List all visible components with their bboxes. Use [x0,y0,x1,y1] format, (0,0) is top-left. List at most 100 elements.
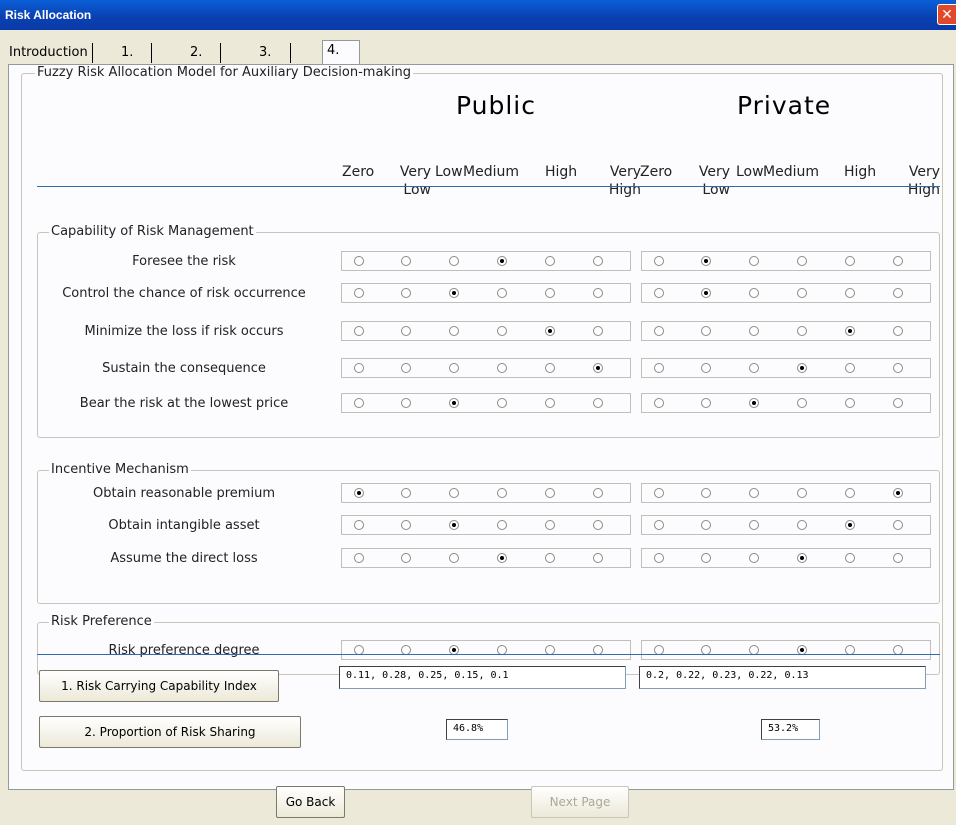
private-rating-radio[interactable] [797,488,807,498]
tab-qra[interactable]: 4. QRA [322,40,360,78]
public-rating-radio[interactable] [497,256,507,266]
private-rating-radio[interactable] [701,553,711,563]
private-rating-radio[interactable] [749,363,759,373]
public-rating-radio[interactable] [497,520,507,530]
private-rating-radio[interactable] [749,256,759,266]
next-page-button[interactable]: Next Page [531,786,629,818]
tab-shr[interactable]: 3. SHR [255,43,292,80]
public-rating-radio[interactable] [401,288,411,298]
public-rating-radio[interactable] [401,363,411,373]
private-rating-radio[interactable] [701,398,711,408]
private-rating-radio[interactable] [749,553,759,563]
public-rating-radio[interactable] [449,488,459,498]
private-rating-radio[interactable] [845,553,855,563]
private-rating-radio[interactable] [701,326,711,336]
public-rating-radio[interactable] [449,288,459,298]
public-rating-radio[interactable] [449,363,459,373]
private-rating-radio[interactable] [893,553,903,563]
public-rating-radio[interactable] [593,326,603,336]
private-rating-radio[interactable] [893,288,903,298]
private-rating-radio[interactable] [654,256,664,266]
public-rating-radio[interactable] [401,520,411,530]
private-rating-radio[interactable] [701,520,711,530]
private-rating-radio[interactable] [749,288,759,298]
private-rating-radio[interactable] [893,256,903,266]
tab-prr[interactable]: 2. PRR [186,43,221,80]
public-rating-radio[interactable] [497,326,507,336]
private-rating-radio[interactable] [654,326,664,336]
public-rating-radio[interactable] [497,553,507,563]
public-rating-radio[interactable] [545,398,555,408]
public-rating-radio[interactable] [401,256,411,266]
public-rating-radio[interactable] [497,398,507,408]
private-rating-radio[interactable] [797,288,807,298]
private-rating-radio[interactable] [845,488,855,498]
public-rating-radio[interactable] [354,288,364,298]
tab-introduction[interactable]: Introduction [5,43,93,63]
private-rating-radio[interactable] [893,488,903,498]
private-rating-radio[interactable] [797,326,807,336]
private-rating-radio[interactable] [797,256,807,266]
public-rating-radio[interactable] [593,398,603,408]
public-rating-radio[interactable] [593,520,603,530]
public-rating-radio[interactable] [545,256,555,266]
private-rating-radio[interactable] [654,520,664,530]
public-rating-radio[interactable] [449,256,459,266]
public-rating-radio[interactable] [354,520,364,530]
public-rating-radio[interactable] [593,488,603,498]
private-rating-radio[interactable] [654,553,664,563]
private-rating-radio[interactable] [701,488,711,498]
public-rating-radio[interactable] [401,488,411,498]
public-rating-radio[interactable] [401,398,411,408]
private-rating-radio[interactable] [845,398,855,408]
private-rating-radio[interactable] [845,256,855,266]
public-rating-radio[interactable] [401,553,411,563]
public-rating-radio[interactable] [354,256,364,266]
public-rating-radio[interactable] [497,288,507,298]
public-rating-radio[interactable] [593,256,603,266]
public-rating-radio[interactable] [354,363,364,373]
private-rating-radio[interactable] [893,363,903,373]
public-rating-radio[interactable] [545,326,555,336]
private-rating-radio[interactable] [797,553,807,563]
public-rating-radio[interactable] [545,488,555,498]
tab-pbr[interactable]: 1. PBR [117,43,152,80]
public-rating-radio[interactable] [497,488,507,498]
private-rating-radio[interactable] [701,256,711,266]
private-rating-radio[interactable] [797,363,807,373]
public-rating-radio[interactable] [545,288,555,298]
public-rating-radio[interactable] [354,398,364,408]
public-rating-radio[interactable] [449,326,459,336]
public-rating-radio[interactable] [497,363,507,373]
private-rating-radio[interactable] [845,326,855,336]
public-rating-radio[interactable] [401,326,411,336]
private-rating-radio[interactable] [749,398,759,408]
public-rating-radio[interactable] [354,488,364,498]
public-rating-radio[interactable] [354,553,364,563]
private-rating-radio[interactable] [797,398,807,408]
private-rating-radio[interactable] [893,398,903,408]
close-icon[interactable]: ✕ [937,4,956,25]
public-rating-radio[interactable] [545,520,555,530]
private-rating-radio[interactable] [893,520,903,530]
public-rating-radio[interactable] [593,553,603,563]
public-rating-radio[interactable] [593,288,603,298]
private-rating-radio[interactable] [654,288,664,298]
risk-carrying-capability-button[interactable]: 1. Risk Carrying Capability Index [39,670,279,702]
private-rating-radio[interactable] [749,520,759,530]
private-rating-radio[interactable] [797,520,807,530]
private-rating-radio[interactable] [893,326,903,336]
private-rating-radio[interactable] [749,488,759,498]
private-rating-radio[interactable] [845,288,855,298]
private-rating-radio[interactable] [701,288,711,298]
private-rating-radio[interactable] [845,363,855,373]
public-rating-radio[interactable] [449,520,459,530]
private-rating-radio[interactable] [845,520,855,530]
private-rating-radio[interactable] [749,326,759,336]
go-back-button[interactable]: Go Back [276,786,345,818]
public-rating-radio[interactable] [545,363,555,373]
public-rating-radio[interactable] [593,363,603,373]
public-rating-radio[interactable] [545,553,555,563]
public-rating-radio[interactable] [449,553,459,563]
proportion-of-risk-sharing-button[interactable]: 2. Proportion of Risk Sharing [39,716,301,748]
